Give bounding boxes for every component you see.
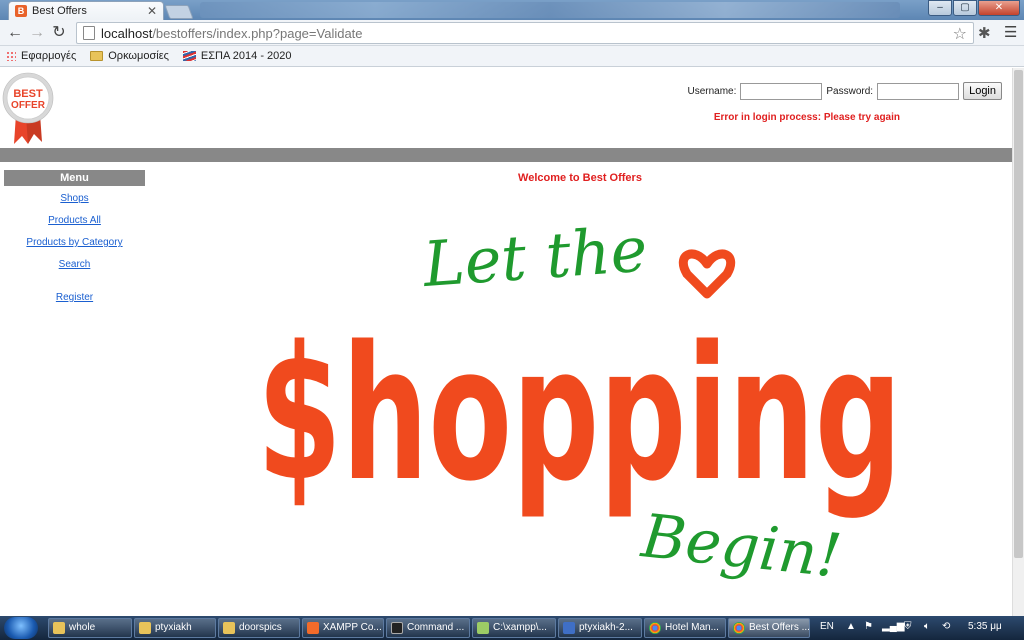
- browser-menu-icon[interactable]: ☰: [1004, 23, 1017, 41]
- taskbar-label: doorspics: [239, 622, 282, 633]
- folder-icon: [53, 622, 65, 634]
- shopping-banner-image: Let the $hopping Begin!: [257, 216, 902, 592]
- word-doc-icon: [563, 622, 575, 634]
- minimize-button[interactable]: ‒: [928, 0, 952, 16]
- close-window-button[interactable]: ✕: [978, 0, 1020, 16]
- page-icon: [83, 26, 95, 40]
- taskbar-label: XAMPP Co...: [323, 622, 382, 633]
- username-label: Username:: [687, 85, 737, 97]
- menu-item-products-all[interactable]: Products All: [4, 210, 145, 232]
- folder-icon: [90, 51, 104, 61]
- taskbar-label: Command ...: [407, 622, 465, 633]
- login-form: Username: Password: Login: [687, 82, 1002, 100]
- chrome-icon: [733, 622, 745, 634]
- taskbar-item-xampp[interactable]: XAMPP Co...: [302, 618, 384, 638]
- welcome-heading: Welcome to Best Offers: [518, 172, 642, 184]
- username-input[interactable]: [740, 82, 823, 100]
- espa-flag-icon: [182, 51, 196, 61]
- page-scrollbar[interactable]: [1012, 68, 1024, 616]
- action-center-flag-icon[interactable]: ⚑: [864, 621, 873, 632]
- scrollbar-thumb[interactable]: [1014, 70, 1023, 558]
- apps-grid-icon: [6, 51, 16, 61]
- taskbar-item-best-offers[interactable]: Best Offers ...: [728, 618, 810, 638]
- clock-time[interactable]: 5:35 μμ: [968, 621, 1002, 632]
- taskbar-label: whole: [69, 622, 96, 633]
- page-content: BEST OFFER Username: Password: Login Err…: [0, 68, 1012, 616]
- folder-icon: [223, 622, 235, 634]
- login-button[interactable]: Login: [963, 82, 1002, 100]
- menu-item-shops[interactable]: Shops: [4, 188, 145, 210]
- bookmark-espa[interactable]: ΕΣΠΑ 2014 - 2020: [182, 50, 292, 62]
- bookmarks-bar: Εφαρμογές Ορκωμοσίες ΕΣΠΑ 2014 - 2020: [0, 46, 1024, 67]
- taskbar-item-xampp-folder[interactable]: C:\xampp\...: [472, 618, 556, 638]
- taskbar-item-command[interactable]: Command ...: [386, 618, 470, 638]
- heart-icon: [678, 249, 736, 299]
- browser-toolbar: ← → ↻ localhost/bestoffers/index.php?pag…: [0, 20, 1024, 46]
- best-offer-logo: BEST OFFER: [2, 72, 54, 144]
- network-signal-icon[interactable]: ▂▄▆: [882, 621, 904, 632]
- system-tray: EN ▲ ⚑ ▂▄▆ ⛨ 🔈︎ ⟲ 5:35 μμ: [814, 616, 1024, 640]
- bookmark-apps[interactable]: Εφαρμογές: [6, 50, 76, 62]
- language-indicator[interactable]: EN: [820, 621, 834, 632]
- maximize-button[interactable]: ▢: [953, 0, 977, 16]
- taskbar-item-ptyxiakh[interactable]: ptyxiakh: [134, 618, 216, 638]
- window-controls: ‒ ▢ ✕: [927, 0, 1020, 16]
- tab-close-icon[interactable]: ✕: [147, 4, 157, 18]
- folder-icon: [139, 622, 151, 634]
- menu-item-register[interactable]: Register: [4, 287, 145, 309]
- blurred-title-area: [200, 2, 900, 18]
- sync-icon[interactable]: ⟲: [942, 621, 950, 632]
- logo-text-best: BEST: [13, 88, 43, 100]
- sidebar-menu: Menu Shops Products All Products by Cate…: [4, 170, 145, 309]
- bookmark-label: Ορκωμοσίες: [108, 50, 169, 62]
- taskbar-item-whole[interactable]: whole: [48, 618, 132, 638]
- taskbar-label: ptyxiakh-2...: [579, 622, 633, 633]
- reload-icon[interactable]: ↻: [50, 24, 68, 42]
- start-button[interactable]: [4, 617, 38, 639]
- taskbar-item-ptyxiakh-doc[interactable]: ptyxiakh-2...: [558, 618, 642, 638]
- taskbar-item-hotel[interactable]: Hotel Man...: [644, 618, 726, 638]
- taskbar-label: Best Offers ...: [749, 622, 810, 633]
- terminal-icon: [391, 622, 403, 634]
- menu-item-products-by-category[interactable]: Products by Category: [4, 232, 145, 254]
- security-shield-icon[interactable]: ⛨: [904, 621, 912, 632]
- password-input[interactable]: [877, 82, 960, 100]
- logo-text-offer: OFFER: [11, 100, 46, 111]
- taskbar-item-doorspics[interactable]: doorspics: [218, 618, 300, 638]
- forward-arrow-icon[interactable]: →: [28, 24, 46, 42]
- site-favicon-icon: B: [15, 5, 27, 17]
- tab-title: Best Offers: [32, 5, 87, 17]
- url-path: /bestoffers/index.php?page=Validate: [152, 25, 363, 41]
- password-label: Password:: [826, 85, 874, 97]
- bookmark-star-icon[interactable]: ☆: [953, 24, 967, 44]
- menu-title: Menu: [4, 170, 145, 186]
- taskbar-label: ptyxiakh: [155, 622, 192, 633]
- window-titlebar: B Best Offers ✕ ‒ ▢ ✕: [0, 0, 1024, 20]
- bookmark-folder[interactable]: Ορκωμοσίες: [90, 50, 169, 62]
- back-arrow-icon[interactable]: ←: [6, 24, 24, 42]
- notepad-icon: [477, 622, 489, 634]
- url-host: localhost: [101, 25, 153, 41]
- extension-icon[interactable]: ✱: [978, 24, 991, 42]
- bookmark-label: ΕΣΠΑ 2014 - 2020: [200, 50, 292, 62]
- menu-item-search[interactable]: Search: [4, 254, 145, 276]
- bookmark-label: Εφαρμογές: [21, 50, 77, 62]
- taskbar-label: C:\xampp\...: [493, 622, 547, 633]
- taskbar-label: Hotel Man...: [665, 622, 719, 633]
- chrome-icon: [649, 622, 661, 634]
- address-bar[interactable]: localhost/bestoffers/index.php?page=Vali…: [76, 22, 974, 44]
- new-tab-button[interactable]: [164, 5, 194, 19]
- volume-icon[interactable]: 🔈︎: [924, 621, 930, 632]
- xampp-icon: [307, 622, 319, 634]
- windows-taskbar: whole ptyxiakh doorspics XAMPP Co... Com…: [0, 616, 1024, 640]
- banner-top-text: Let the: [420, 216, 650, 301]
- tray-expand-icon[interactable]: ▲: [846, 621, 856, 632]
- banner-main-text: $hopping: [257, 306, 902, 522]
- login-error-message: Error in login process: Please try again: [713, 112, 900, 123]
- browser-tab[interactable]: B Best Offers ✕: [8, 1, 164, 20]
- header-divider-bar: [0, 148, 1012, 162]
